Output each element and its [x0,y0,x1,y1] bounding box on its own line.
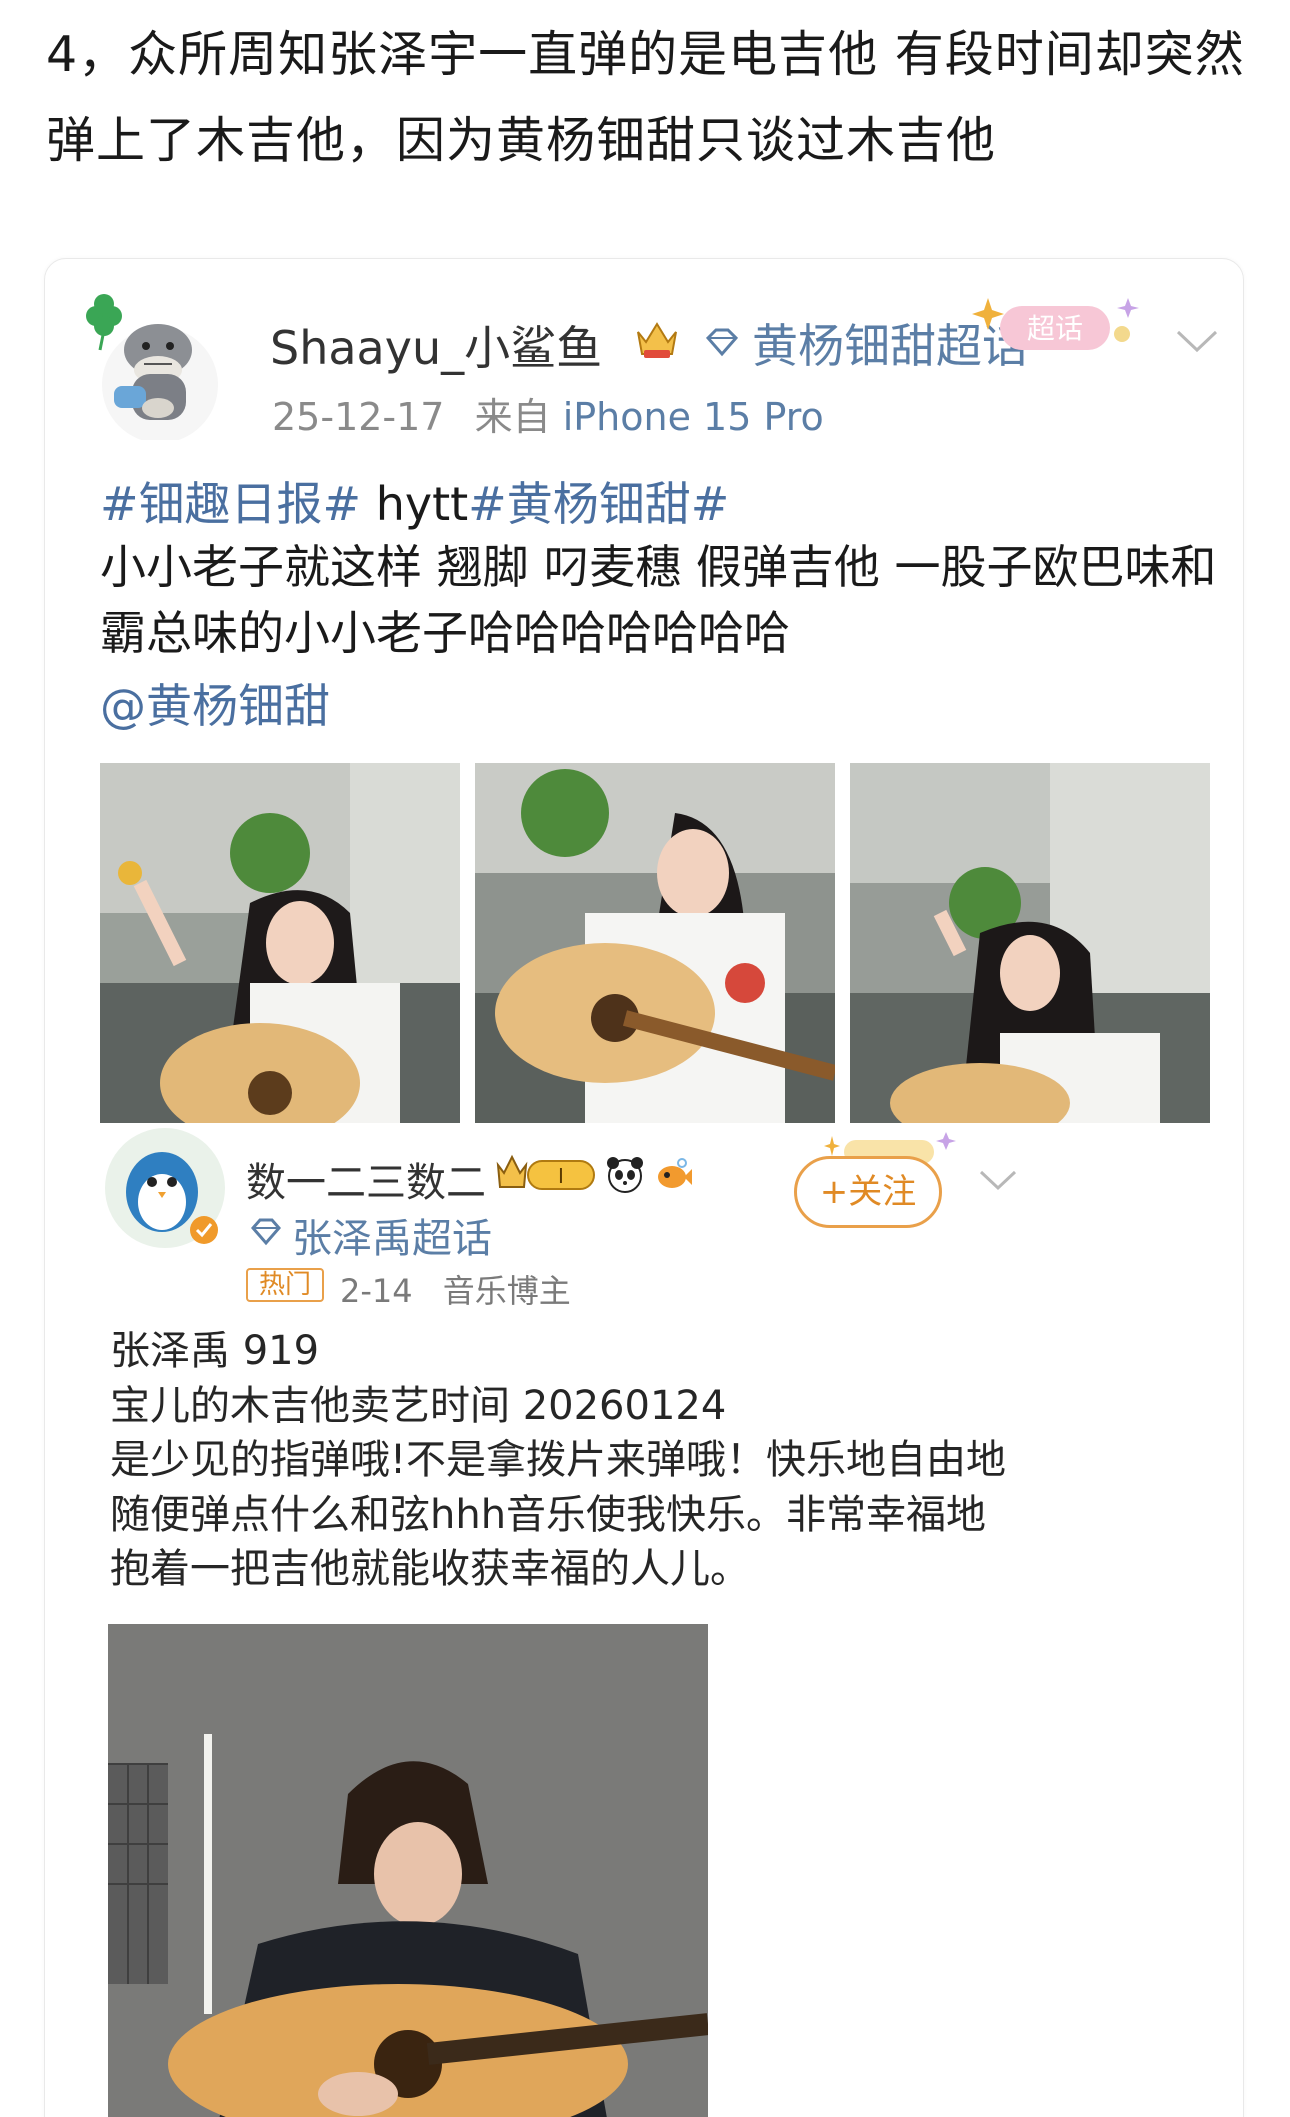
post-meta: 25-12-17 来自 iPhone 15 Pro [272,386,824,441]
post-date: 2-14 [340,1272,413,1310]
svg-text:I: I [558,1164,564,1188]
fish-icon [658,1158,692,1188]
post-body: 张泽禹 919 宝儿的木吉他卖艺时间 20260124 是少见的指弹哦!不是拿拨… [110,1328,1007,1593]
shark-avatar[interactable] [60,290,230,440]
post-date: 25-12-17 [272,395,445,439]
hot-tag: 热门 [246,1268,324,1302]
post-author-name[interactable]: Shaayu_小鲨鱼 [270,312,602,378]
diamond-icon [251,1218,281,1246]
post-photo[interactable] [108,1624,708,2117]
post-photo[interactable] [475,763,835,1123]
penguin-avatar[interactable] [100,1122,230,1254]
hashtag-link[interactable]: #黄杨钿甜# [468,477,729,531]
panda-icon [607,1157,643,1193]
post-body: 小小老子就这样 翘脚 叼麦穗 假弹吉他 一股子欧巴味和霸总味的小小老子哈哈哈哈哈… [100,540,1217,660]
super-topic-badge-icon: 超话 [972,298,1139,350]
post-photo[interactable] [100,763,460,1123]
verified-icon [190,1216,218,1244]
article-heading: 4，众所周知张泽宇一直弹的是电吉他 有段时间却突然弹上了木吉他，因为黄杨钿甜只谈… [46,26,1245,169]
super-topic-link[interactable]: 张泽禹超话 [292,1206,492,1264]
penguin-avatar-icon [126,1152,198,1232]
diamond-icon [705,328,739,357]
crown-badge-icon [637,322,677,358]
mention-link[interactable]: @黄杨钿甜 [100,670,330,736]
chevron-down-icon[interactable] [1172,322,1222,358]
hashtag-plain-text: hytt [361,477,469,531]
author-role: 音乐博主 [442,1272,571,1310]
post-photo[interactable] [850,763,1210,1123]
follow-button[interactable]: +关注 [794,1156,942,1228]
level-crown-badge-icon: I [496,1154,595,1190]
source-prefix: 来自 [474,395,551,439]
svg-text:超话: 超话 [1027,312,1083,345]
post-meta: 2-14 音乐博主 [340,1266,571,1312]
chevron-down-icon[interactable] [975,1164,1021,1196]
post-author-name[interactable]: 数一二三数二 [246,1150,486,1208]
hashtag-link[interactable]: #钿趣日报# [100,477,361,531]
device-link[interactable]: iPhone 15 Pro [563,395,824,439]
clover-icon [86,294,122,351]
post-hashtags: #钿趣日报# hytt#黄杨钿甜# [100,468,729,534]
